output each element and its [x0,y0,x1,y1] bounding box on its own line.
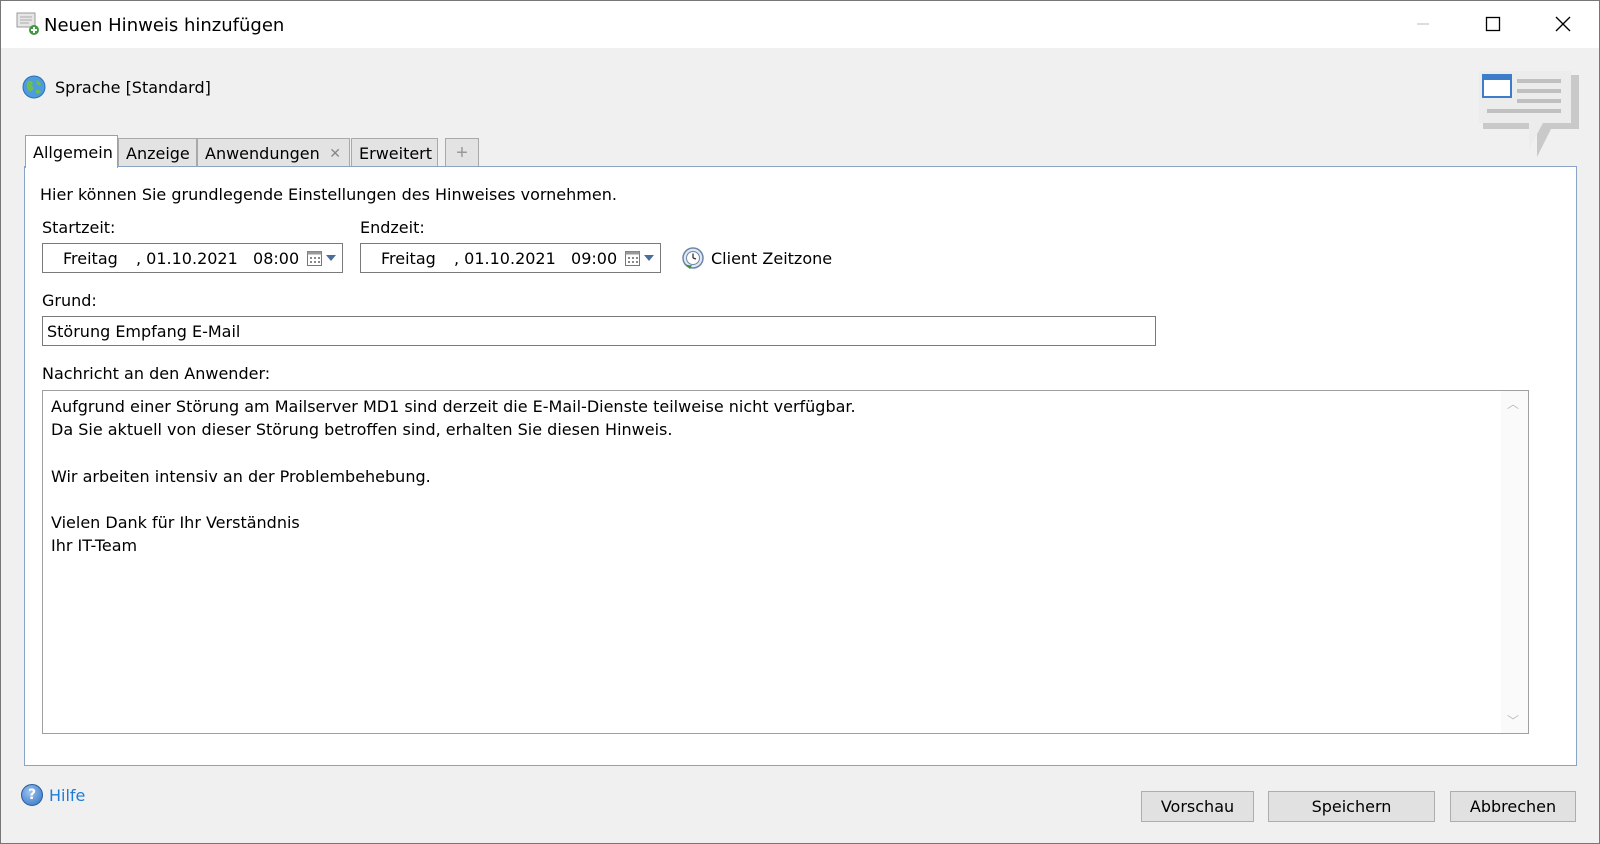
tab-label: Anwendungen [205,143,320,163]
window-title: Neuen Hinweis hinzufügen [44,15,285,36]
close-icon [1555,16,1571,32]
tab-close-icon[interactable]: ✕ [329,146,341,162]
maximize-button[interactable] [1458,1,1528,47]
save-button[interactable]: Speichern [1268,791,1435,822]
tab-anzeige[interactable]: Anzeige [118,138,197,167]
reason-input[interactable]: Störung Empfang E-Mail [42,316,1156,346]
help-label: Hilfe [49,785,86,805]
clock-globe-icon [682,247,704,269]
scroll-down-icon[interactable]: ﹀ [1507,712,1519,729]
dropdown-arrow-icon[interactable] [644,255,654,261]
message-text: Aufgrund einer Störung am Mailserver MD1… [51,397,856,556]
start-day: Freitag [63,249,118,268]
close-button[interactable] [1528,1,1598,47]
help-icon: ? [21,784,43,806]
globe-icon [22,75,46,99]
general-panel: Hier können Sie grundlegende Einstellung… [24,166,1577,766]
save-label: Speichern [1311,797,1392,816]
vertical-scrollbar[interactable]: ︿ ﹀ [1501,391,1528,733]
preview-button[interactable]: Vorschau [1141,791,1254,822]
maximize-icon [1485,16,1501,32]
end-datetime: , 01.10.2021 09:00 [454,249,618,268]
panel-description: Hier können Sie grundlegende Einstellung… [40,185,617,204]
minimize-button[interactable] [1388,1,1458,47]
timezone-label: Client Zeitzone [711,248,833,268]
tab-label: Anzeige [126,143,190,163]
reason-label: Grund: [42,291,97,310]
message-label: Nachricht an den Anwender: [42,364,271,383]
calendar-icon [307,251,322,266]
cancel-label: Abbrechen [1469,797,1557,816]
notice-icon [1479,71,1579,157]
end-time-picker[interactable]: Freitag , 01.10.2021 09:00 [360,243,661,273]
preview-label: Vorschau [1160,797,1235,816]
tab-erweitert[interactable]: Erweitert [351,138,438,167]
cancel-button[interactable]: Abbrechen [1450,791,1576,822]
message-textarea[interactable]: Aufgrund einer Störung am Mailserver MD1… [42,390,1529,734]
client-timezone-toggle[interactable]: Client Zeitzone [681,246,832,270]
start-time-picker[interactable]: Freitag , 01.10.2021 08:00 [42,243,343,273]
dropdown-arrow-icon[interactable] [326,255,336,261]
help-link[interactable]: ? Hilfe [21,784,85,806]
tab-label: Allgemein [33,142,113,162]
title-bar: Neuen Hinweis hinzufügen [1,1,1599,48]
start-time-label: Startzeit: [42,218,116,237]
language-selector[interactable]: Sprache [Standard] [21,74,211,100]
dialog-window: Neuen Hinweis hinzufügen Sprache [Standa… [0,0,1600,844]
minimize-icon [1417,23,1429,25]
scroll-up-icon[interactable]: ︿ [1507,395,1519,412]
tab-anwendungen[interactable]: Anwendungen ✕ [197,138,350,167]
tab-label: Erweitert [359,143,433,163]
end-day: Freitag [381,249,436,268]
end-time-label: Endzeit: [360,218,425,237]
plus-icon: + [456,141,468,164]
note-add-icon [16,12,39,35]
calendar-icon [625,251,640,266]
start-datetime: , 01.10.2021 08:00 [136,249,300,268]
tab-allgemein[interactable]: Allgemein [25,135,118,168]
language-label: Sprache [Standard] [55,77,211,97]
add-tab-button[interactable]: + [445,138,479,167]
